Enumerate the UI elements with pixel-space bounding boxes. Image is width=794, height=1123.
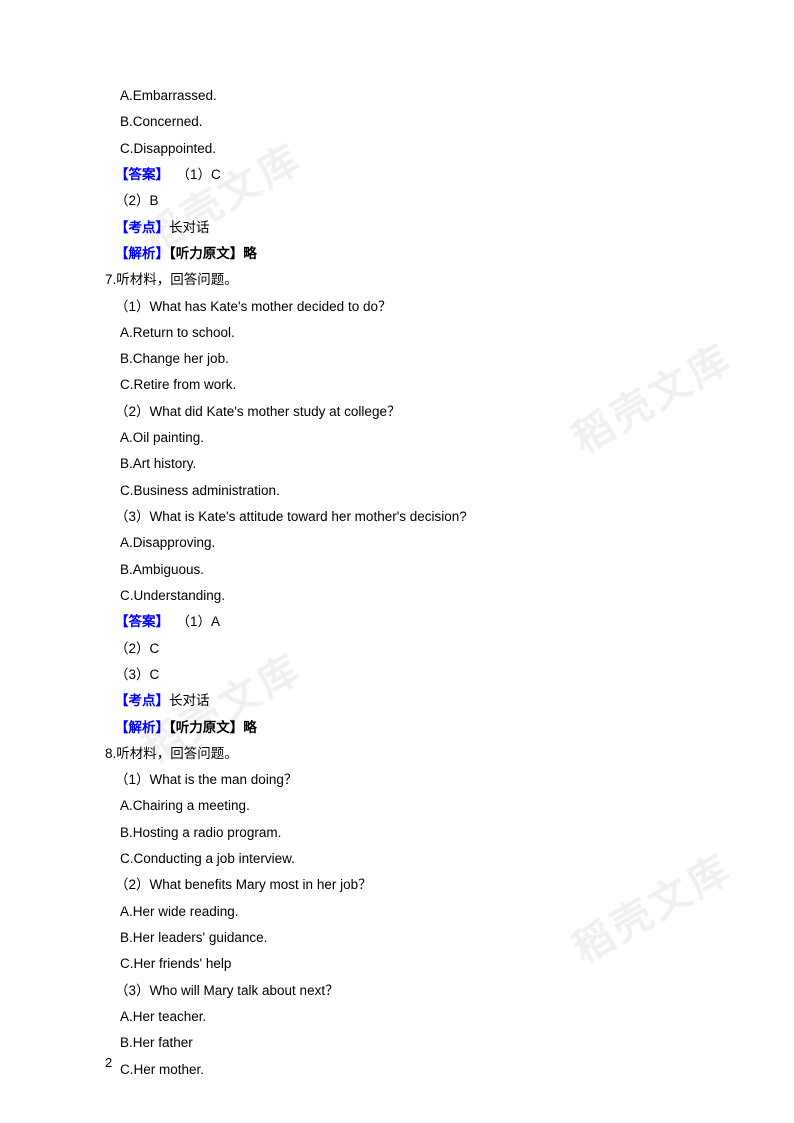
analysis-label: 【解析】: [115, 720, 169, 735]
q7-sub2-q: （2）What did Kate's mother study at colle…: [105, 399, 689, 425]
q6-answer-1: （1）C: [177, 167, 221, 182]
q8-sub1-q: （1）What is the man doing？: [105, 767, 689, 793]
q6-analysis-row: 【解析】【听力原文】略: [105, 241, 689, 267]
q7-sub2-c: C.Business administration.: [105, 478, 689, 504]
q7-sub3-a: A.Disapproving.: [105, 530, 689, 556]
q7-sub1-c: C.Retire from work.: [105, 372, 689, 398]
q7-sub2-b: B.Art history.: [105, 451, 689, 477]
q7-sub2-a: A.Oil painting.: [105, 425, 689, 451]
analysis-label: 【解析】: [115, 246, 169, 261]
q7-sub3-c: C.Understanding.: [105, 583, 689, 609]
answer-label: 【答案】: [115, 167, 169, 182]
q7-topic-row: 【考点】长对话: [105, 688, 689, 714]
answer-label: 【答案】: [115, 614, 169, 629]
q7-prompt: 7.听材料，回答问题。: [105, 267, 689, 293]
q8-sub3-c: C.Her mother.: [105, 1057, 689, 1083]
q8-sub3-q: （3）Who will Mary talk about next？: [105, 978, 689, 1004]
q6-option-c: C.Disappointed.: [105, 136, 689, 162]
q7-analysis-content: 【听力原文】略: [169, 720, 257, 735]
q8-sub2-b: B.Her leaders' guidance.: [105, 925, 689, 951]
q7-answer-3: （3）C: [105, 662, 689, 688]
q7-topic: 长对话: [169, 693, 210, 708]
q7-answer-row-1: 【答案】 （1）A: [105, 609, 689, 635]
q7-analysis-row: 【解析】【听力原文】略: [105, 715, 689, 741]
q7-sub3-q: （3）What is Kate's attitude toward her mo…: [105, 504, 689, 530]
q6-answer-2: （2）B: [105, 188, 689, 214]
q6-topic-row: 【考点】长对话: [105, 215, 689, 241]
q7-answer-1: （1）A: [177, 614, 221, 629]
q8-prompt: 8.听材料，回答问题。: [105, 741, 689, 767]
q8-sub1-a: A.Chairing a meeting.: [105, 793, 689, 819]
q6-analysis-content: 【听力原文】略: [169, 246, 257, 261]
q7-sub1-a: A.Return to school.: [105, 320, 689, 346]
topic-label: 【考点】: [115, 693, 169, 708]
q6-topic: 长对话: [169, 220, 210, 235]
q8-sub3-a: A.Her teacher.: [105, 1004, 689, 1030]
q7-sub3-b: B.Ambiguous.: [105, 557, 689, 583]
q7-sub1-b: B.Change her job.: [105, 346, 689, 372]
q8-sub2-a: A.Her wide reading.: [105, 899, 689, 925]
topic-label: 【考点】: [115, 220, 169, 235]
q6-answer-row-1: 【答案】 （1）C: [105, 162, 689, 188]
q8-sub2-c: C.Her friends' help: [105, 951, 689, 977]
q7-answer-2: （2）C: [105, 636, 689, 662]
q7-sub1-q: （1）What has Kate's mother decided to do？: [105, 294, 689, 320]
document-content: A.Embarrassed. B.Concerned. C.Disappoint…: [105, 83, 689, 1083]
q8-sub3-b: B.Her father: [105, 1030, 689, 1056]
q8-sub2-q: （2）What benefits Mary most in her job？: [105, 872, 689, 898]
q8-sub1-c: C.Conducting a job interview.: [105, 846, 689, 872]
q6-option-b: B.Concerned.: [105, 109, 689, 135]
q6-option-a: A.Embarrassed.: [105, 83, 689, 109]
q8-sub1-b: B.Hosting a radio program.: [105, 820, 689, 846]
